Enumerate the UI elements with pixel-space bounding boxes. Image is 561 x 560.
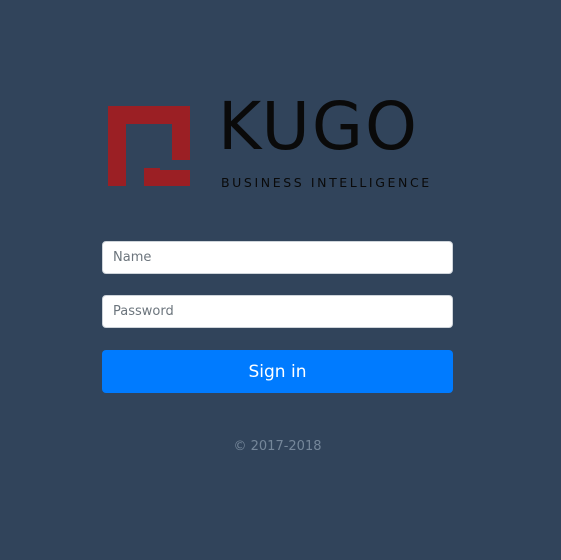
password-input[interactable] [102,295,453,328]
kugo-logo: KUGO BUSINESS INTELLIGENCE [108,92,448,195]
logo-wordmark: KUGO [218,88,419,165]
logo-tagline: BUSINESS INTELLIGENCE [221,175,432,190]
copyright-footer: © 2017-2018 [233,439,322,454]
login-page: KUGO BUSINESS INTELLIGENCE Sign in © 201… [0,0,561,560]
sign-in-button[interactable]: Sign in [102,350,453,393]
name-input[interactable] [102,241,453,274]
kugo-logo-mark-icon [108,106,190,186]
